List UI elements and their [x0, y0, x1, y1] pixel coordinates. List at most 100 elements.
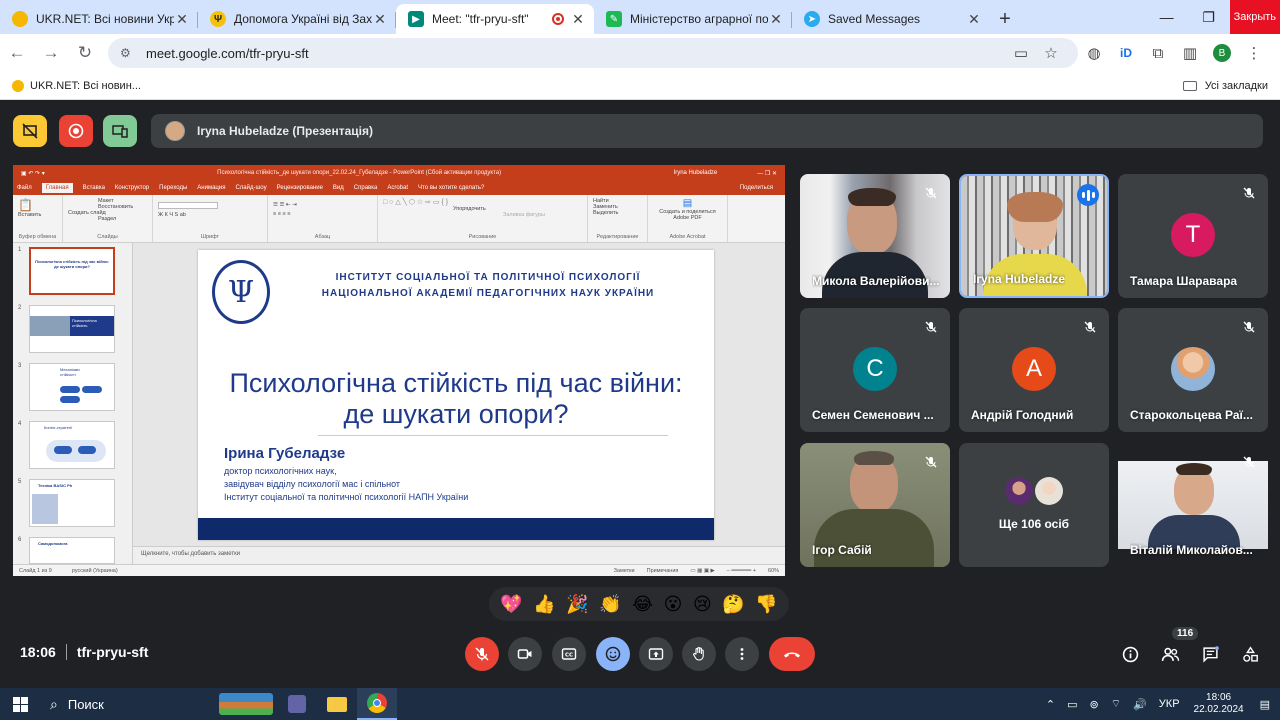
extension-id-icon[interactable]: iD: [1110, 46, 1142, 60]
address-bar[interactable]: ⚙ meet.google.com/tfr-pryu-sft ▭ ☆: [108, 38, 1078, 68]
present-screen-button[interactable]: [639, 637, 673, 671]
tray-icon[interactable]: ▭: [1067, 698, 1077, 711]
slide-thumbnail: Психологічна стійкість: [29, 305, 115, 353]
tab-ministry[interactable]: ✎ Міністерство аграрної політи ✕: [594, 4, 792, 34]
taskbar-search-label: Поиск: [67, 696, 104, 712]
reaction-thumbs-up[interactable]: 👍: [533, 594, 555, 615]
presenter-avatar: [165, 121, 185, 141]
taskbar-clock[interactable]: 18:06 22.02.2024: [1194, 692, 1244, 716]
taskbar-app-explorer[interactable]: [317, 688, 357, 720]
bookmark-ukrnet[interactable]: UKR.NET: Всі новин...: [0, 79, 141, 92]
telegram-favicon-icon: ➤: [804, 11, 820, 27]
tab-close-icon[interactable]: ✕: [570, 11, 586, 28]
taskbar-app-chrome[interactable]: [357, 688, 397, 720]
input-language[interactable]: УКР: [1159, 698, 1180, 710]
camera-toggle-button[interactable]: [508, 637, 542, 671]
ribbon-group-label: Слайды: [97, 234, 118, 240]
all-bookmarks-button[interactable]: Усі закладки: [1182, 80, 1268, 92]
meeting-time: 18:06: [20, 644, 56, 660]
present-icon: [648, 648, 664, 660]
participant-tile[interactable]: А Андрій Голодний: [959, 308, 1109, 432]
activities-button[interactable]: [1237, 641, 1263, 667]
chat-button[interactable]: [1197, 641, 1223, 667]
notes-toggle: Заметки: [613, 567, 635, 574]
participant-tile[interactable]: Віталій Миколайов...: [1118, 443, 1268, 567]
bookmark-star-icon[interactable]: ☆: [1036, 44, 1066, 62]
mic-toggle-button[interactable]: [465, 637, 499, 671]
participant-tile[interactable]: С Семен Семенович ...: [800, 308, 950, 432]
reaction-heart[interactable]: 💖: [500, 594, 522, 615]
minimize-button[interactable]: —: [1146, 9, 1188, 25]
companion-device-button[interactable]: [103, 115, 137, 147]
close-window-button[interactable]: Закрыть: [1229, 0, 1280, 34]
reaction-surprised[interactable]: 😮: [664, 594, 683, 615]
participant-tile[interactable]: Микола Валерійови...: [800, 174, 950, 298]
tab-help-ukraine[interactable]: Ψ Допомога Україні від Заходу с ✕: [198, 4, 396, 34]
slide-title: Психологічна стійкість під час війни: де…: [198, 368, 714, 430]
meeting-info-button[interactable]: [1117, 641, 1143, 667]
reaction-thinking[interactable]: 🤔: [722, 594, 744, 615]
site-settings-icon[interactable]: ⚙: [120, 46, 136, 60]
more-options-button[interactable]: [725, 637, 759, 671]
volume-icon[interactable]: 🔊: [1133, 698, 1147, 711]
tab-close-icon[interactable]: ✕: [768, 11, 784, 28]
participant-tile[interactable]: Iryna Hubeladze: [959, 174, 1109, 298]
wifi-icon[interactable]: ⌔: [1111, 697, 1121, 711]
emoji-reactions-button[interactable]: [596, 637, 630, 671]
tab-meet[interactable]: ▶ Meet: "tfr-pryu-sft" ✕: [396, 4, 594, 34]
chat-icon: [1202, 645, 1219, 663]
search-icon: ⌕: [50, 695, 58, 712]
url-text[interactable]: meet.google.com/tfr-pryu-sft: [146, 46, 1006, 61]
slide-number: 4: [18, 421, 22, 427]
leave-call-button[interactable]: [769, 637, 815, 671]
muted-mic-icon: [1239, 452, 1259, 472]
reaction-party[interactable]: 🎉: [566, 594, 588, 615]
maximize-button[interactable]: ❐: [1188, 9, 1230, 26]
people-icon: [1161, 647, 1179, 661]
tab-close-icon[interactable]: ✕: [966, 11, 982, 28]
more-participants-tile[interactable]: Ще 106 осіб: [959, 443, 1109, 567]
captions-button[interactable]: CC: [552, 637, 586, 671]
reaction-sad[interactable]: 😢: [693, 594, 712, 615]
reaction-clap[interactable]: 👏: [599, 594, 621, 615]
camera-in-use-icon[interactable]: ▭: [1006, 44, 1036, 62]
extensions-puzzle-icon[interactable]: ⧉: [1142, 45, 1174, 62]
taskbar-widget-village[interactable]: [215, 688, 277, 720]
back-button[interactable]: ←: [0, 43, 34, 63]
participant-tile[interactable]: Т Тамара Шаравара: [1118, 174, 1268, 298]
notifications-icon[interactable]: ▤: [1260, 698, 1270, 711]
reaction-laugh[interactable]: 😂: [632, 594, 653, 615]
tab-telegram[interactable]: ➤ Saved Messages ✕: [792, 4, 990, 34]
participant-name: Віталій Миколайов...: [1130, 543, 1253, 557]
zoom-slider: – ━━━━━━ +: [726, 567, 756, 574]
network-icon[interactable]: ⊚: [1090, 698, 1099, 711]
tab-close-icon[interactable]: ✕: [372, 11, 388, 28]
author-degree: доктор психологічних наук,: [224, 466, 337, 476]
taskbar-app-teams[interactable]: [277, 688, 317, 720]
tray-expand-icon[interactable]: ⌃: [1046, 698, 1055, 711]
people-button[interactable]: [1157, 641, 1183, 667]
reload-button[interactable]: ↻: [68, 43, 102, 63]
tab-close-icon[interactable]: ✕: [174, 11, 190, 28]
forward-button[interactable]: →: [34, 43, 68, 63]
tab-ukrnet[interactable]: UKR.NET: Всі новини України, о ✕: [0, 4, 198, 34]
profile-avatar[interactable]: В: [1213, 44, 1231, 62]
side-panel-icon[interactable]: ▥: [1174, 44, 1206, 62]
taskbar-search[interactable]: ⌕ Поиск: [40, 688, 215, 720]
tab-title: Допомога Україні від Заходу с: [234, 12, 372, 26]
clock-date: 22.02.2024: [1193, 704, 1244, 715]
stop-presenting-button[interactable]: [13, 115, 47, 147]
browser-menu-icon[interactable]: ⋮: [1238, 44, 1270, 62]
tab-title: UKR.NET: Всі новини України, о: [36, 12, 174, 26]
participant-name: Тамара Шаравара: [1130, 274, 1238, 288]
new-tab-button[interactable]: +: [990, 4, 1020, 34]
reaction-thumbs-down[interactable]: 👎: [755, 594, 777, 615]
raise-hand-button[interactable]: [682, 637, 716, 671]
extension-globe-icon[interactable]: ◍: [1078, 44, 1110, 62]
recording-button[interactable]: [59, 115, 93, 147]
ppt-user-name: Iryna Hubeladze: [673, 170, 718, 176]
start-button[interactable]: [0, 688, 40, 720]
participant-tile[interactable]: Старокольцева Раї...: [1118, 308, 1268, 432]
folder-app-icon: [327, 696, 347, 712]
participant-tile[interactable]: Ігор Сабій: [800, 443, 950, 567]
